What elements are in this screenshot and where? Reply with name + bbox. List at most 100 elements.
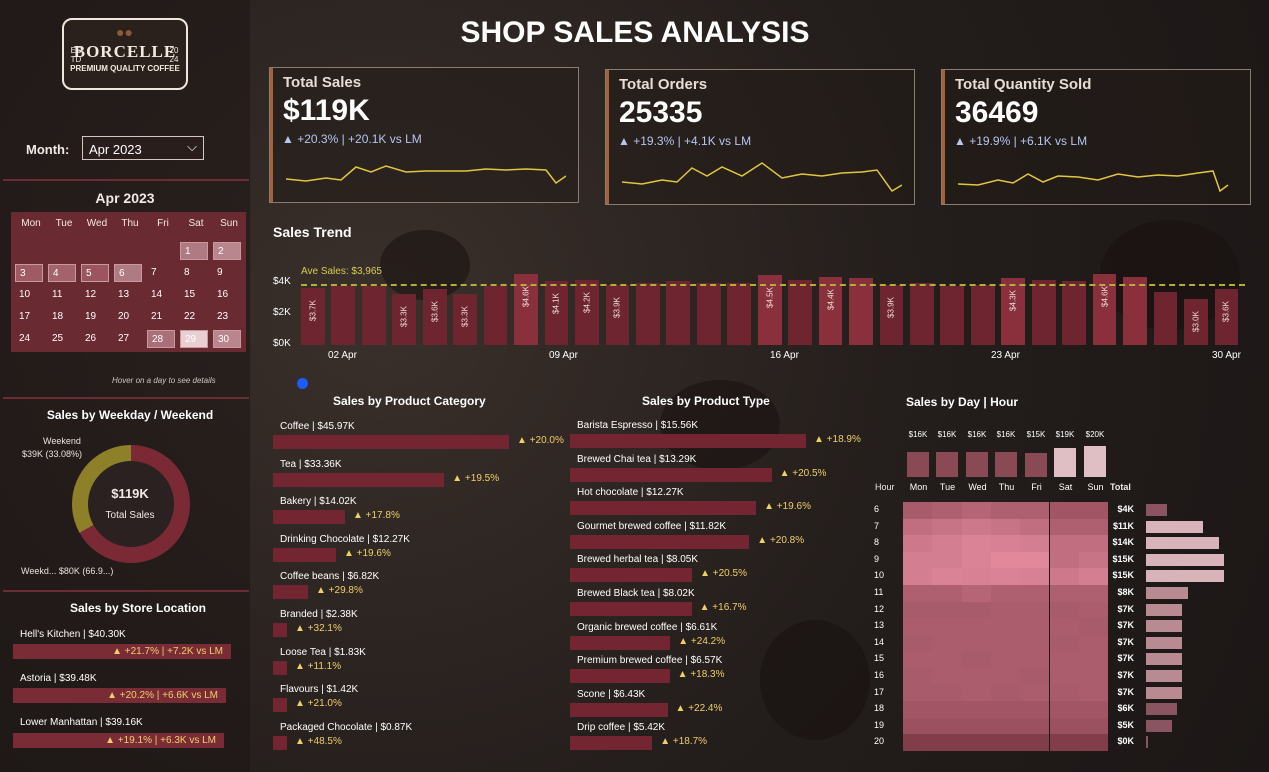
category-bar[interactable] <box>273 510 345 525</box>
heatmap-cell[interactable] <box>1049 651 1079 668</box>
heatmap-cell[interactable] <box>961 601 991 619</box>
heatmap-cell[interactable] <box>1020 551 1050 569</box>
trend-bar[interactable] <box>1123 276 1147 345</box>
hour-total-bar[interactable] <box>1146 537 1219 550</box>
heatmap-cell[interactable] <box>1020 684 1050 702</box>
hour-total-bar[interactable] <box>1146 736 1148 749</box>
trend-bar[interactable] <box>1153 292 1178 345</box>
category-bar[interactable] <box>570 501 757 516</box>
heatmap-cell[interactable] <box>1020 568 1050 585</box>
heatmap-cell[interactable] <box>903 618 933 635</box>
calendar-day[interactable]: 11 <box>48 286 76 304</box>
calendar-day[interactable]: 8 <box>180 264 208 282</box>
trend-bar[interactable] <box>1031 279 1056 345</box>
heatmap-cell[interactable] <box>1049 502 1079 519</box>
kpi-total-orders[interactable]: Total Orders 25335 ▲ +19.3% | +4.1K vs L… <box>605 69 915 205</box>
trend-bar[interactable] <box>940 286 965 345</box>
heatmap-cell[interactable] <box>903 651 933 668</box>
heatmap-cell[interactable] <box>903 634 933 652</box>
heatmap-cell[interactable] <box>961 618 991 635</box>
heatmap-cell[interactable] <box>990 668 1021 685</box>
trend-bar[interactable] <box>331 286 356 345</box>
category-bar[interactable] <box>273 660 287 675</box>
heatmap-cell[interactable] <box>932 568 962 585</box>
trend-bar[interactable] <box>483 286 508 345</box>
calendar-day[interactable]: 26 <box>81 330 109 348</box>
category-bar[interactable] <box>273 735 287 750</box>
category-bar[interactable] <box>273 698 287 713</box>
store-bar[interactable]: ▲ +19.1% | +6.3K vs LM <box>13 733 224 748</box>
calendar-day[interactable]: 6 <box>114 264 142 282</box>
heatmap-cell[interactable] <box>990 701 1021 718</box>
heatmap-cell[interactable] <box>1049 634 1079 652</box>
calendar-day[interactable]: 17 <box>15 308 43 326</box>
category-bar[interactable] <box>273 585 308 600</box>
heatmap-cell[interactable] <box>1049 585 1079 602</box>
heatmap-cell[interactable] <box>1049 518 1079 536</box>
calendar-day[interactable]: 7 <box>147 264 175 282</box>
heatmap-cell[interactable] <box>990 651 1021 668</box>
calendar-day[interactable]: 22 <box>180 308 208 326</box>
heatmap-cell[interactable] <box>1020 618 1050 635</box>
heatmap-cell[interactable] <box>990 502 1021 519</box>
kpi-total-sales[interactable]: Total Sales $119K ▲ +20.3% | +20.1K vs L… <box>269 67 579 203</box>
heatmap-cell[interactable] <box>961 734 991 751</box>
calendar-day[interactable]: 13 <box>114 286 142 304</box>
heatmap-cell[interactable] <box>903 701 933 718</box>
hour-total-bar[interactable] <box>1146 653 1183 666</box>
heatmap-cell[interactable] <box>1049 717 1079 735</box>
category-bar[interactable] <box>273 623 287 637</box>
heatmap-cell[interactable] <box>903 585 933 602</box>
calendar-day[interactable]: 20 <box>114 308 142 326</box>
hour-total-bar[interactable] <box>1146 719 1172 732</box>
heatmap-cell[interactable] <box>932 502 962 519</box>
heatmap-cell[interactable] <box>932 651 962 668</box>
heatmap-cell[interactable] <box>961 502 991 519</box>
calendar-day[interactable]: 5 <box>81 264 109 282</box>
calendar-day[interactable]: 2 <box>213 242 241 260</box>
heatmap-cell[interactable] <box>1049 668 1079 685</box>
heatmap-cell[interactable] <box>1049 535 1079 552</box>
heatmap-cell[interactable] <box>990 518 1021 536</box>
heatmap-cell[interactable] <box>932 551 962 569</box>
heatmap-cell[interactable] <box>990 717 1021 735</box>
heatmap-cell[interactable] <box>932 618 962 635</box>
category-bar[interactable] <box>570 467 772 482</box>
heatmap-cell[interactable] <box>1020 585 1050 602</box>
hour-total-bar[interactable] <box>1146 636 1183 649</box>
heatmap-cell[interactable] <box>932 734 962 751</box>
heatmap-cell[interactable] <box>932 601 962 619</box>
calendar-day[interactable]: 18 <box>48 308 76 326</box>
calendar-day[interactable]: 12 <box>81 286 109 304</box>
calendar-day[interactable]: 25 <box>48 330 76 348</box>
heatmap-cell[interactable] <box>903 601 933 619</box>
day-total-bar[interactable] <box>1025 453 1047 477</box>
trend-bar[interactable] <box>849 278 873 345</box>
heatmap-cell[interactable] <box>903 502 933 519</box>
trend-bar[interactable] <box>788 279 812 345</box>
heatmap-cell[interactable] <box>1020 734 1050 751</box>
calendar-day[interactable]: 3 <box>15 264 43 282</box>
day-total-bar[interactable] <box>936 451 958 477</box>
heatmap-cell[interactable] <box>1020 651 1050 668</box>
heatmap-cell[interactable] <box>1049 734 1079 751</box>
heatmap-cell[interactable] <box>961 651 991 668</box>
trend-bar[interactable] <box>970 284 995 345</box>
heatmap-cell[interactable] <box>1020 502 1050 519</box>
heatmap-cell[interactable] <box>961 684 991 702</box>
calendar-day[interactable]: 19 <box>81 308 109 326</box>
trend-bar[interactable] <box>635 283 660 345</box>
heatmap-cell[interactable] <box>903 568 933 585</box>
heatmap-cell[interactable] <box>932 701 962 718</box>
category-bar[interactable] <box>570 602 692 616</box>
heatmap-cell[interactable] <box>990 535 1021 552</box>
trend-bar[interactable] <box>910 283 934 345</box>
heatmap-cell[interactable] <box>932 717 962 735</box>
heatmap-cell[interactable] <box>1049 551 1079 569</box>
heatmap-cell[interactable] <box>990 601 1021 619</box>
hour-total-bar[interactable] <box>1146 670 1183 682</box>
hour-total-bar[interactable] <box>1146 620 1183 633</box>
kpi-total-quantity[interactable]: Total Quantity Sold 36469 ▲ +19.9% | +6.… <box>941 69 1251 205</box>
heatmap-cell[interactable] <box>1020 717 1050 735</box>
heatmap-cell[interactable] <box>903 518 933 536</box>
